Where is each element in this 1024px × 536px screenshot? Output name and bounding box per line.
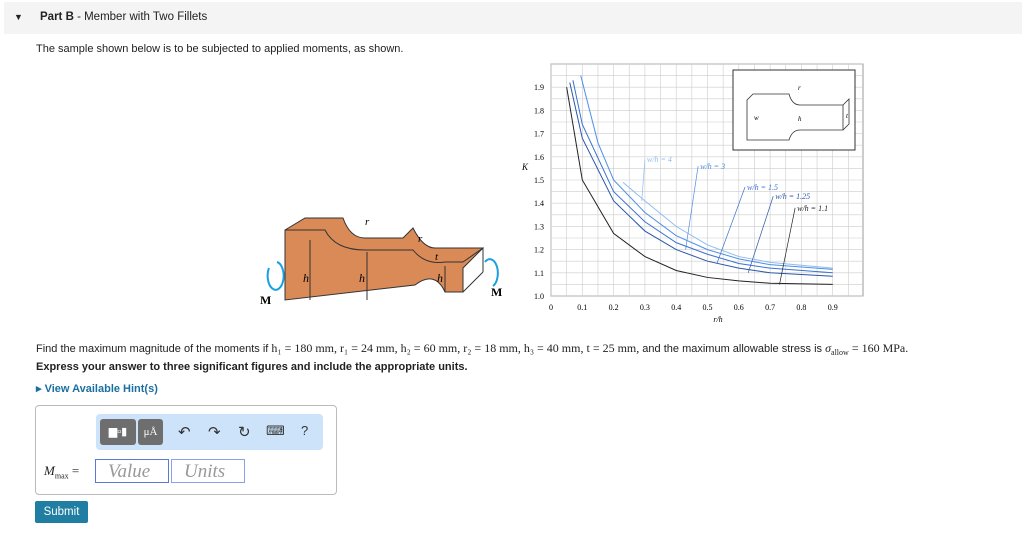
y-tick-label: 1.6 xyxy=(534,153,544,162)
y-tick-label: 1.1 xyxy=(534,269,544,278)
keyboard-icon[interactable]: ⌨ xyxy=(266,423,285,439)
answer-label: Mmax = xyxy=(44,463,80,481)
value-input[interactable]: Value xyxy=(95,459,169,483)
stress-concentration-chart: 0 0.1 0.2 0.3 0.4 0.5 0.6 0.7 0.8 0.9 1.0 1.1 1.2 1.3… xyxy=(521,63,864,324)
answer-box: ▆▫▮ μÅ ↶ ↷ ↻ ⌨ ? Mmax = Value Units xyxy=(35,405,337,495)
x-tick-label: 0.8 xyxy=(796,303,806,312)
x-tick-label: 0.7 xyxy=(765,303,775,312)
y-axis-label: K xyxy=(521,162,529,172)
label-r1: r xyxy=(365,216,370,228)
inset-label-r: r xyxy=(798,84,801,92)
y-tick-label: 1.7 xyxy=(534,130,544,139)
inset-box xyxy=(732,69,856,151)
x-tick-label: 0.1 xyxy=(577,303,587,312)
x-tick-label: 0 xyxy=(549,303,553,312)
series-label: w/h = 1.25 xyxy=(775,192,810,201)
member-figure: h h h r r t M M xyxy=(260,216,502,307)
redo-icon[interactable]: ↷ xyxy=(208,423,221,441)
inset-label-h: h xyxy=(798,115,802,123)
collapse-triangle-icon[interactable]: ▼ xyxy=(14,12,23,22)
x-tick-label: 0.6 xyxy=(734,303,744,312)
inset-label-w: w xyxy=(754,114,759,122)
x-tick-label: 0.3 xyxy=(640,303,650,312)
moment-arrow-right-icon xyxy=(484,258,499,287)
label-m-left: M xyxy=(260,293,271,307)
question-text: Find the maximum magnitude of the moment… xyxy=(36,341,909,358)
series-label: w/h = 3 xyxy=(700,162,725,171)
y-tick-label: 1.5 xyxy=(534,176,544,185)
y-tick-label: 1.4 xyxy=(534,199,544,208)
intro-text: The sample shown below is to be subjecte… xyxy=(36,43,404,55)
label-h2: h xyxy=(359,271,365,285)
series-label: w/h = 1.1 xyxy=(797,204,828,213)
part-title: Part B - Member with Two Fillets xyxy=(40,11,208,23)
view-hints-link[interactable]: ▸ View Available Hint(s) xyxy=(36,382,158,395)
x-tick-label: 0.4 xyxy=(671,303,681,312)
y-tick-label: 1.9 xyxy=(534,83,544,92)
x-axis-label: r/h xyxy=(713,315,722,324)
x-tick-label: 0.2 xyxy=(609,303,619,312)
x-tick-label: 0.5 xyxy=(703,303,713,312)
help-button[interactable]: ? xyxy=(301,423,308,438)
part-header[interactable]: ▼ Part B - Member with Two Fillets xyxy=(4,2,1022,34)
instruction-text: Express your answer to three significant… xyxy=(36,361,468,373)
y-tick-label: 1.3 xyxy=(534,222,544,231)
x-tick-label: 0.9 xyxy=(828,303,838,312)
units-input[interactable]: Units xyxy=(171,459,245,483)
math-toolbar: ▆▫▮ μÅ ↶ ↷ ↻ ⌨ ? xyxy=(96,414,323,450)
undo-icon[interactable]: ↶ xyxy=(178,423,191,441)
units-button[interactable]: μÅ xyxy=(138,419,163,445)
templates-button[interactable]: ▆▫▮ xyxy=(100,419,136,445)
reset-icon[interactable]: ↻ xyxy=(238,423,251,441)
label-r2: r xyxy=(418,233,423,245)
submit-button[interactable]: Submit xyxy=(35,501,88,523)
y-tick-label: 1.8 xyxy=(534,106,544,115)
series-label: w/h = 4 xyxy=(647,155,672,164)
series-label: w/h = 1.5 xyxy=(747,183,778,192)
y-tick-label: 1.2 xyxy=(534,246,544,255)
label-h3: h xyxy=(437,271,443,285)
y-tick-label: 1.0 xyxy=(534,292,544,301)
moment-arrow-left-icon xyxy=(266,261,285,291)
label-m-right: M xyxy=(491,285,502,299)
label-h1: h xyxy=(303,271,309,285)
